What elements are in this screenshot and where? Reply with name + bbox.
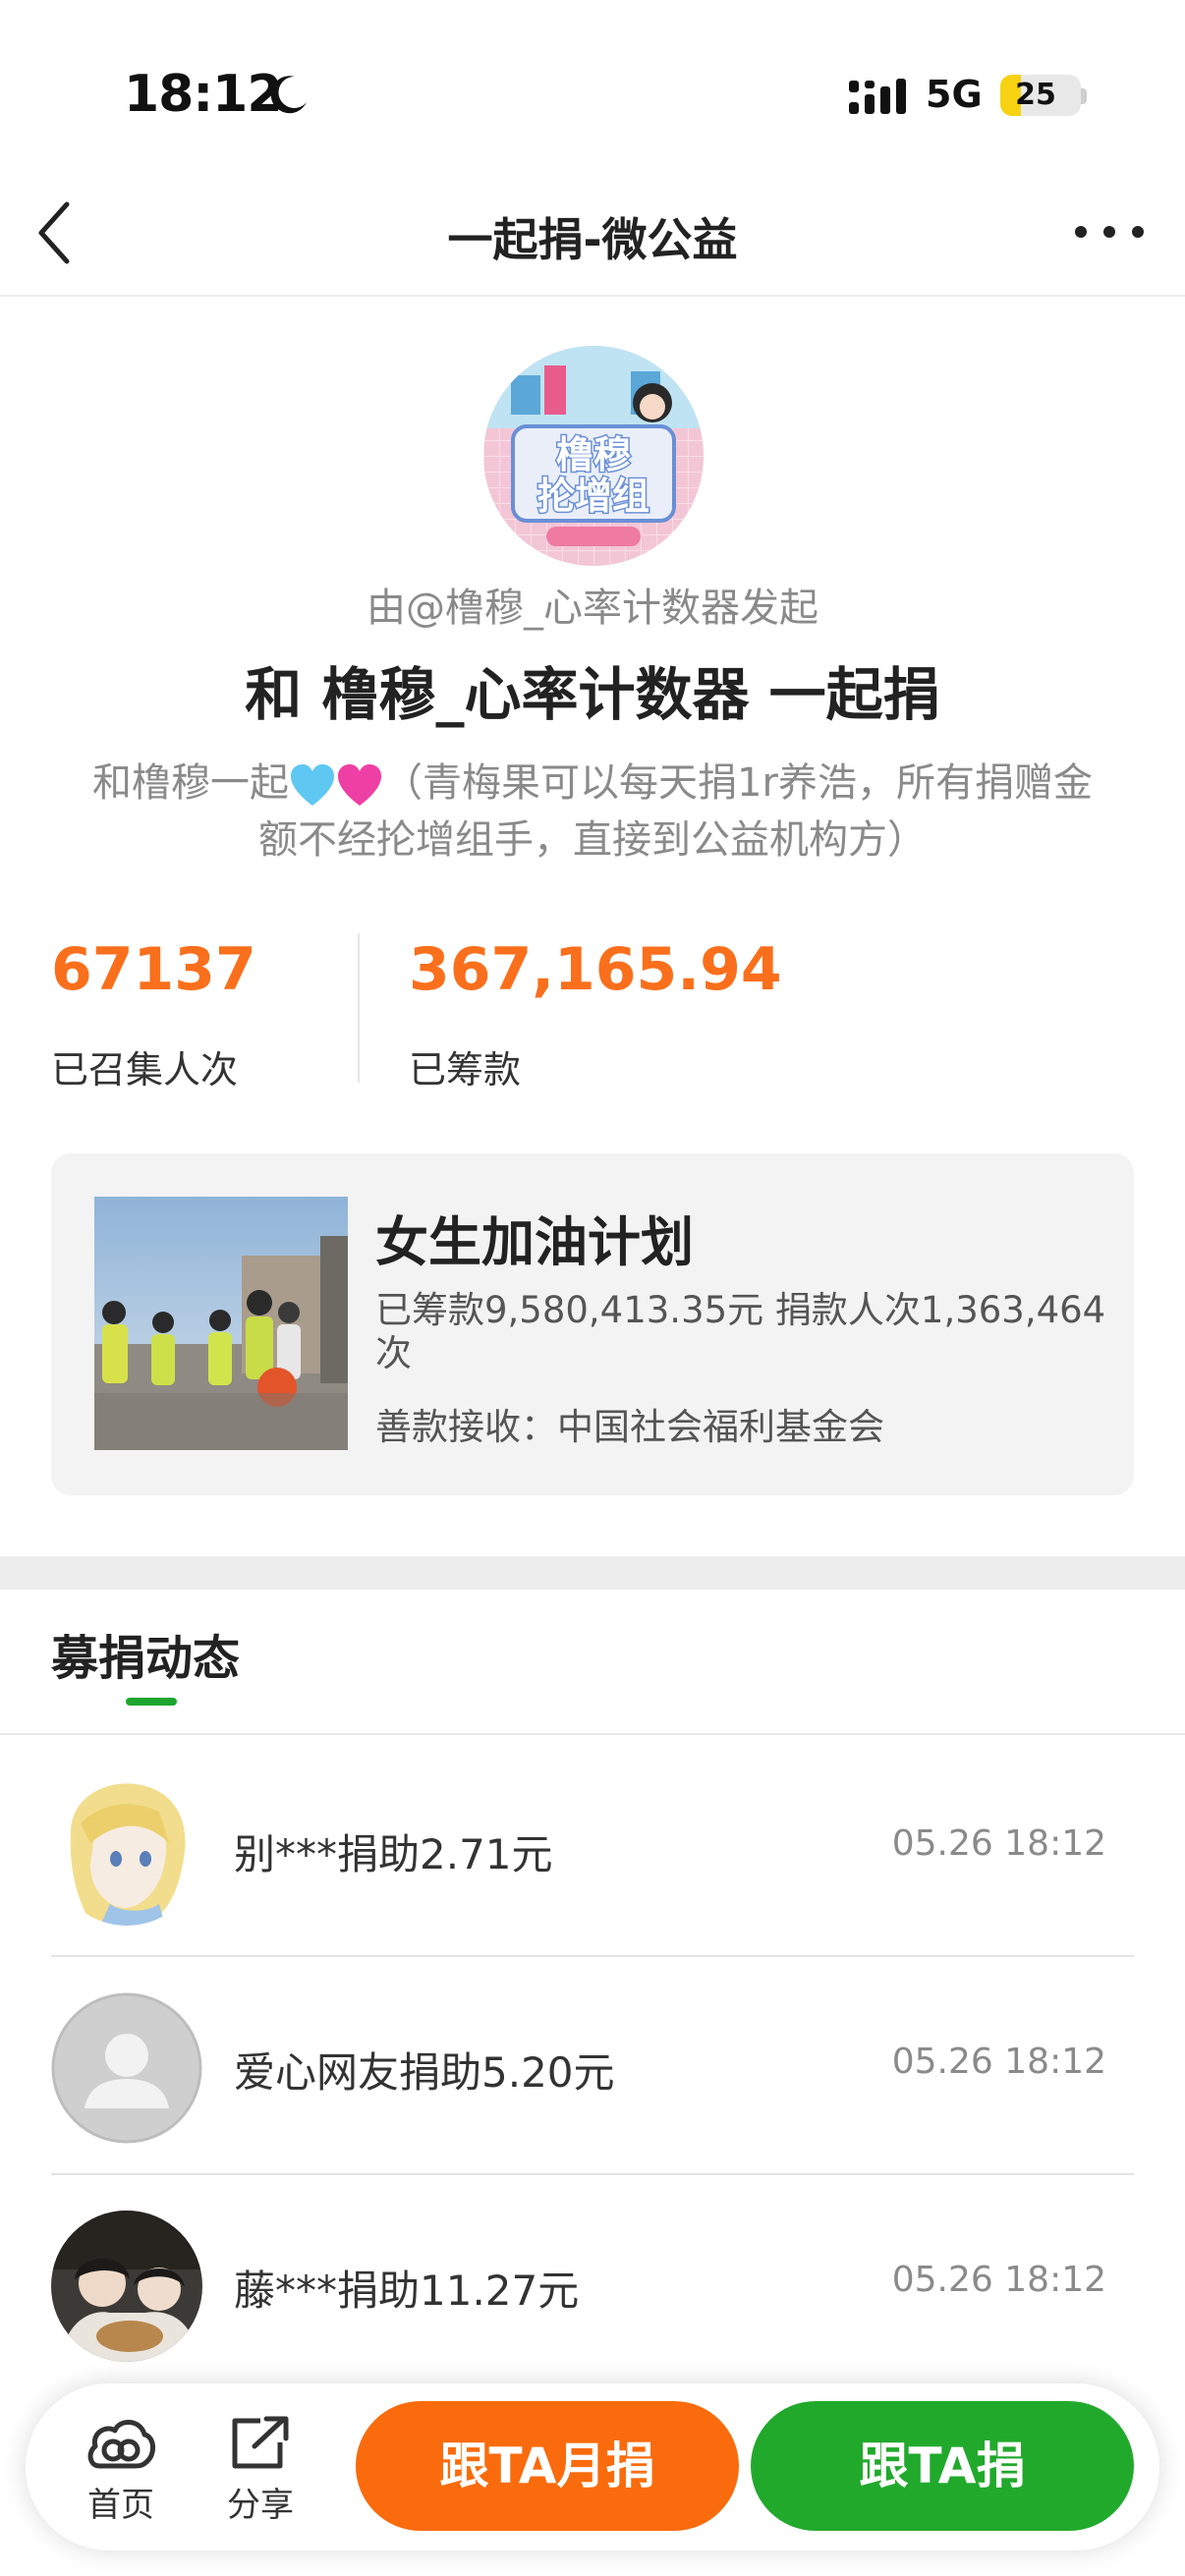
default-avatar[interactable]	[51, 1992, 202, 2144]
tab-share[interactable]: 分享	[206, 2413, 314, 2531]
section-separator	[0, 1556, 1185, 1590]
donation-time: 05.26 18:12	[891, 2260, 1106, 2300]
page-title: 一起捐-微公益	[447, 213, 738, 266]
anime-avatar[interactable]	[51, 1774, 202, 1926]
moon-icon	[270, 76, 307, 114]
monthly-donate-button[interactable]: 跟TA月捐	[356, 2401, 739, 2531]
status-time: 18:12	[124, 65, 283, 124]
initiator-text[interactable]: 由@橹穆_心率计数器发起	[0, 576, 1185, 633]
donation-text: 别***捐助2.71元	[234, 1830, 553, 1878]
bottom-action-bar: 首页 分享 跟TA月捐 跟TA捐	[26, 2383, 1159, 2550]
project-recipient: 善款接收：中国社会福利基金会	[375, 1406, 884, 1448]
photo-avatar[interactable]	[51, 2211, 202, 2362]
section-tab-indicator	[126, 1698, 177, 1706]
share-label: 分享	[227, 2486, 294, 2525]
section-title[interactable]: 募捐动态	[51, 1619, 240, 1688]
donation-time: 05.26 18:12	[891, 2042, 1106, 2082]
pink-heart-icon	[338, 764, 382, 806]
svg-text:橹穆: 橹穆	[556, 433, 631, 476]
donate-button[interactable]: 跟TA捐	[751, 2401, 1134, 2531]
battery-icon: 25	[1000, 75, 1081, 116]
signal-icon	[849, 79, 906, 114]
participants-count: 67137	[51, 935, 256, 1004]
home-icon	[87, 2420, 155, 2469]
slogan-text-end: （青梅果可以每天捐1r养浩，所有捐赠金额不经抡增组手，直接到公益机构方）	[258, 760, 1093, 863]
nav-bar: 一起捐-微公益	[0, 177, 1185, 297]
svg-text:抡增组: 抡增组	[537, 475, 649, 518]
campaign-avatar: 橹穆 抡增组	[483, 346, 704, 566]
stats-divider	[358, 933, 360, 1083]
list-item: 别***捐助2.71元 05.26 18:12	[51, 1739, 1134, 1957]
project-card[interactable]: 女生加油计划 已筹款9,580,413.35元 捐款人次1,363,464次 善…	[51, 1153, 1134, 1495]
donation-text: 藤***捐助11.27元	[234, 2267, 580, 2315]
list-item: 藤***捐助11.27元 05.26 18:12	[51, 2175, 1134, 2393]
project-stats: 已筹款9,580,413.35元 捐款人次1,363,464次	[375, 1289, 1106, 1374]
status-bar: 18:12 5G 25	[0, 0, 1185, 177]
raised-label: 已筹款	[409, 1048, 522, 1092]
project-photo	[94, 1197, 348, 1450]
network-label: 5G	[926, 73, 983, 116]
share-icon	[232, 2416, 289, 2469]
battery-level: 25	[1015, 78, 1056, 112]
participants-label: 已召集人次	[51, 1048, 239, 1092]
tab-home[interactable]: 首页	[67, 2413, 175, 2531]
more-icon[interactable]	[1071, 212, 1148, 252]
list-item: 爱心网友捐助5.20元 05.26 18:12	[51, 1957, 1134, 2175]
donation-text: 爱心网友捐助5.20元	[234, 2048, 615, 2097]
campaign-headline: 和 橹穆_心率计数器 一起捐	[245, 661, 940, 728]
donation-time: 05.26 18:12	[891, 1823, 1106, 1864]
blue-heart-icon	[291, 764, 335, 806]
raised-amount: 367,165.94	[409, 935, 782, 1004]
slogan-text-start: 和橹穆一起	[92, 760, 290, 806]
section-divider	[0, 1733, 1185, 1735]
campaign-slogan: 和橹穆一起 （青梅果可以每天捐1r养浩，所有捐赠金额不经抡增组手，直接到公益机构方…	[88, 755, 1097, 868]
project-title: 女生加油计划	[375, 1211, 694, 1273]
home-label: 首页	[87, 2486, 154, 2525]
